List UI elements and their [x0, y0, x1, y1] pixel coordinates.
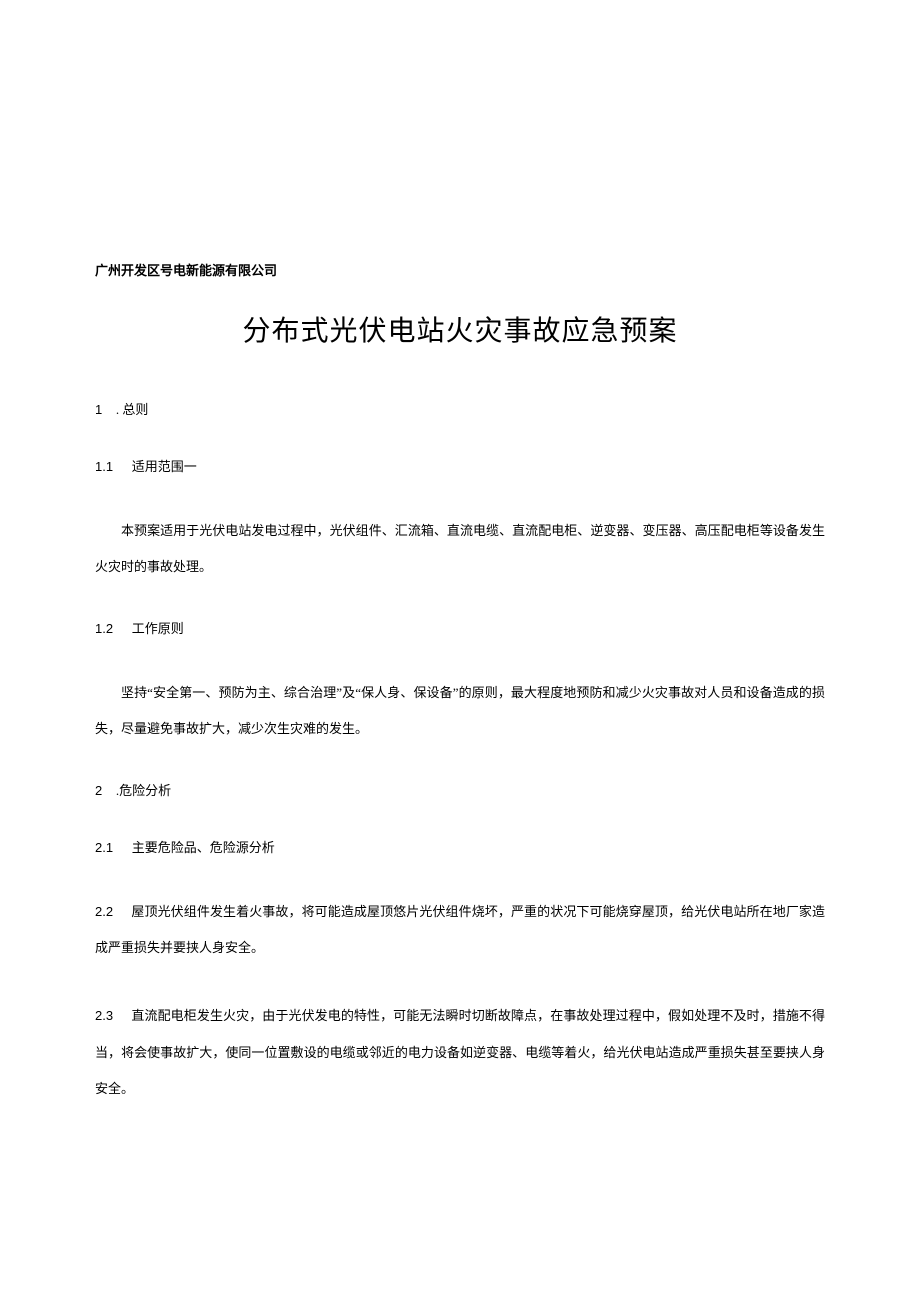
document-title: 分布式光伏电站火灾事故应急预案 [145, 309, 775, 349]
section-1-2-num: 1.2 [95, 621, 113, 636]
section-1-1: 1.1 适用范围一 [95, 456, 825, 475]
section-2-3-label: 直流配电柜发生火灾，由于光伏发电的特性，可能无法瞬时切断故障点，在事故处理过程中… [95, 1008, 825, 1096]
section-1: 1 . 总则 [95, 399, 825, 418]
paragraph-2: 坚持“安全第一、预防为主、综合治理”及“保人身、保设备”的原则，最大程度地预防和… [95, 675, 825, 748]
section-2-3-num: 2.3 [95, 1008, 113, 1023]
section-2-1-label: 主要危险品、危险源分析 [132, 840, 275, 855]
section-1-1-num: 1.1 [95, 459, 113, 474]
section-2-1: 2.1 主要危险品、危险源分析 [95, 837, 825, 856]
section-2-2: 2.2 屋顶光伏组件发生着火事故，将可能造成屋顶悠片光伏组件烧坏，严重的状况下可… [95, 894, 825, 967]
company-name: 广州开发区号电新能源有限公司 [95, 260, 825, 279]
section-1-2: 1.2 工作原则 [95, 618, 825, 637]
section-2: 2 .危险分析 [95, 780, 825, 799]
paragraph-1: 本预案适用于光伏电站发电过程中，光伏组件、汇流箱、直流电缆、直流配电柜、逆变器、… [95, 513, 825, 586]
section-2-3: 2.3 直流配电柜发生火灾，由于光伏发电的特性，可能无法瞬时切断故障点，在事故处… [95, 998, 825, 1107]
section-1-2-label: 工作原则 [132, 621, 184, 636]
section-2-1-num: 2.1 [95, 840, 113, 855]
section-1-num: 1 [95, 402, 102, 417]
section-2-num: 2 [95, 783, 102, 798]
section-2-2-num: 2.2 [95, 904, 113, 919]
section-1-label: . 总则 [116, 402, 149, 417]
section-2-label: .危险分析 [116, 783, 171, 798]
section-2-2-label: 屋顶光伏组件发生着火事故，将可能造成屋顶悠片光伏组件烧坏，严重的状况下可能烧穿屋… [95, 904, 825, 955]
section-1-1-label: 适用范围一 [132, 459, 197, 474]
